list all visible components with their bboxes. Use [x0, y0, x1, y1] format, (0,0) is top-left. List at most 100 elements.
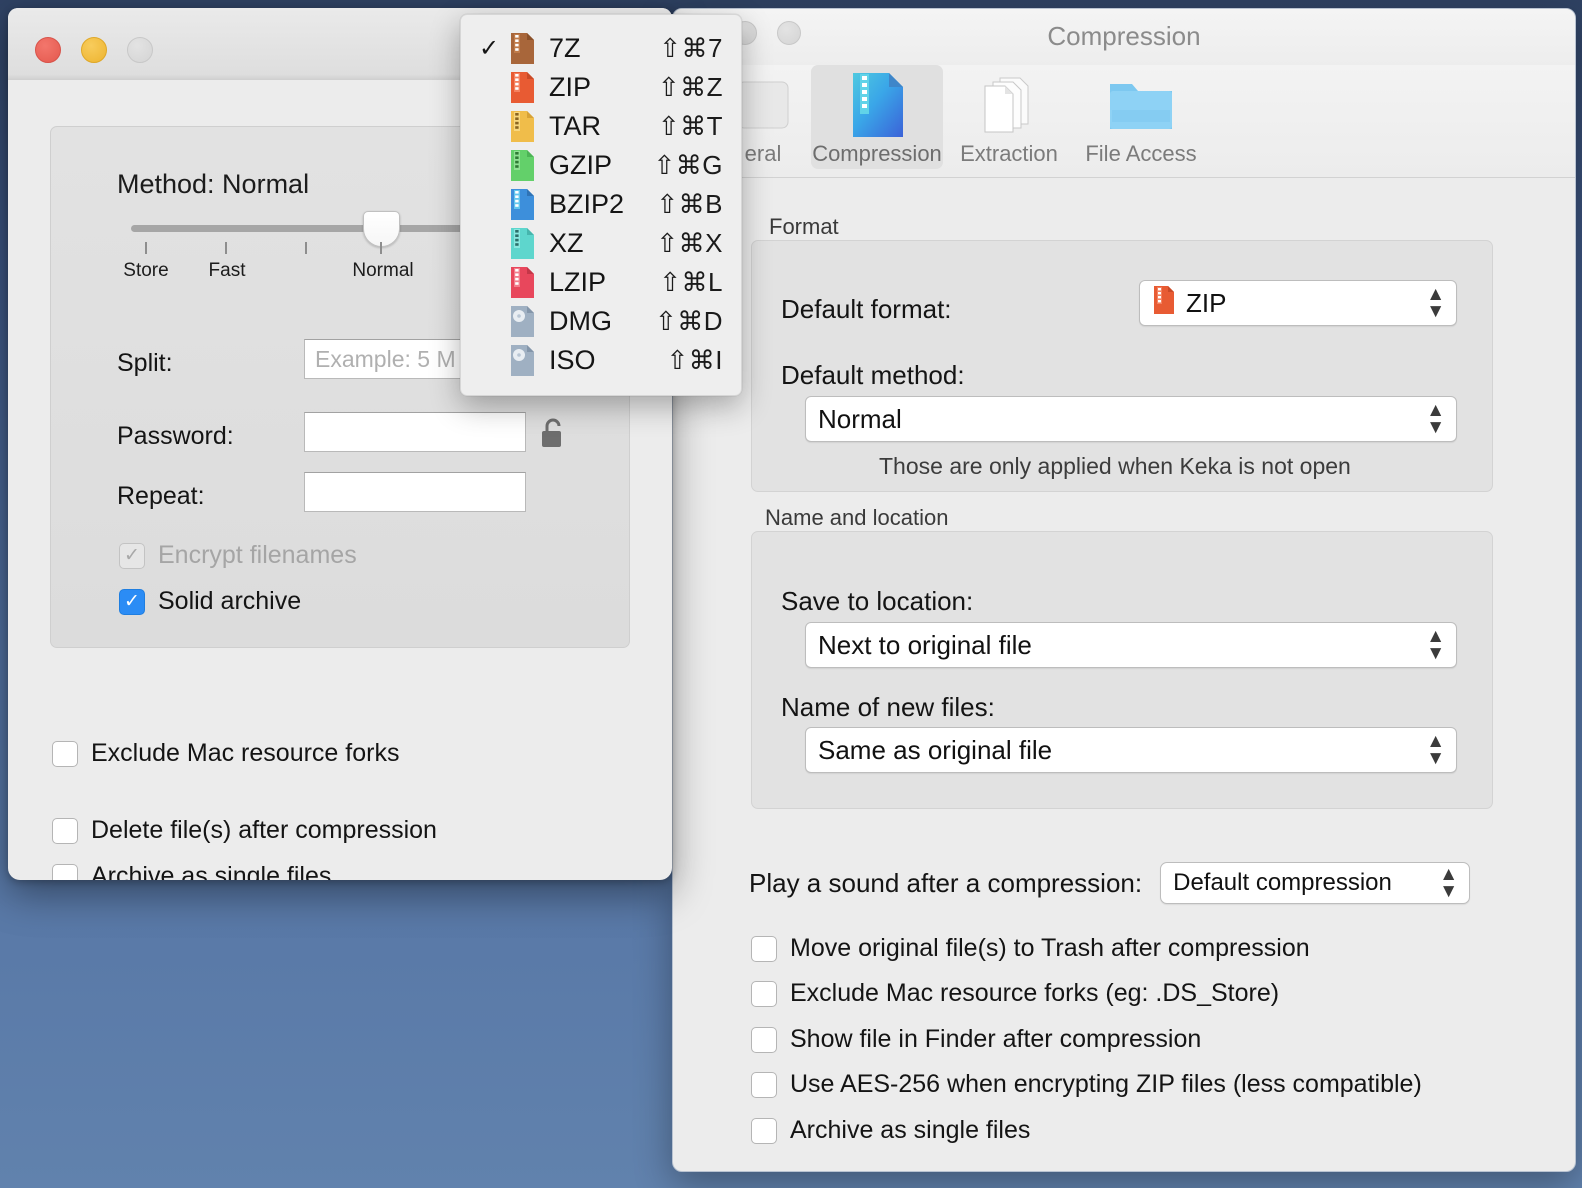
- window-controls-left[interactable]: [35, 37, 153, 63]
- menu-item-label: LZIP: [549, 267, 607, 297]
- name-location-section-title: Name and location: [765, 505, 949, 530]
- tab-general-label: eral: [744, 141, 782, 166]
- archive-file-icon: [509, 110, 543, 143]
- default-method-value: Normal: [818, 403, 902, 434]
- menu-item-shortcut: ⇧⌘7: [659, 33, 723, 63]
- default-method-select[interactable]: Normal ▲ ▼: [805, 396, 1457, 442]
- default-format-label: Default format:: [781, 294, 952, 324]
- tab-file-access-label: File Access: [1085, 141, 1197, 166]
- minimize-button[interactable]: [81, 37, 107, 63]
- tab-extraction-label: Extraction: [960, 141, 1058, 166]
- zip-file-icon: [1152, 285, 1176, 322]
- preferences-toolbar: eral Compression Extraction File Access: [673, 65, 1575, 178]
- checkbox-label: Move original file(s) to Trash after com…: [790, 934, 1310, 962]
- password-input[interactable]: [304, 412, 526, 452]
- checkbox-label: Delete file(s) after compression: [91, 816, 437, 844]
- repeat-row: Repeat:: [117, 482, 205, 511]
- checkbox-box[interactable]: ✓: [119, 542, 145, 569]
- menu-item-iso[interactable]: ISO ⇧⌘I: [461, 341, 741, 380]
- checkbox-delete-after-compression[interactable]: ✓ Delete file(s) after compression: [52, 816, 437, 845]
- format-section-title: Format: [769, 214, 839, 239]
- archive-file-icon: [509, 188, 543, 221]
- repeat-input[interactable]: [304, 472, 526, 512]
- unlocked-padlock-icon[interactable]: [539, 416, 567, 448]
- archive-file-icon: [509, 227, 543, 260]
- sound-select[interactable]: Default compression ▲ ▼: [1160, 862, 1471, 904]
- checkbox-label: Exclude Mac resource forks (eg: .DS_Stor…: [790, 979, 1280, 1007]
- repeat-label: Repeat:: [117, 482, 205, 510]
- method-title: Method: Normal: [117, 169, 310, 199]
- checkbox-box[interactable]: ✓: [751, 1026, 777, 1053]
- menu-item-shortcut: ⇧⌘Z: [657, 72, 723, 102]
- menu-item-dmg[interactable]: DMG ⇧⌘D: [461, 302, 741, 341]
- name-new-files-label: Name of new files:: [781, 692, 995, 722]
- slider-label-fast: Fast: [208, 260, 246, 281]
- checkbox-exclude-forks[interactable]: ✓ Exclude Mac resource forks (eg: .DS_St…: [751, 979, 1279, 1008]
- checkbox-box[interactable]: ✓: [52, 817, 78, 844]
- checkbox-move-to-trash[interactable]: ✓ Move original file(s) to Trash after c…: [751, 934, 1310, 963]
- checkbox-aes-256[interactable]: ✓ Use AES-256 when encrypting ZIP files …: [751, 1070, 1422, 1099]
- menu-item-shortcut: ⇧⌘G: [653, 150, 723, 180]
- menu-item-gzip[interactable]: GZIP ⇧⌘G: [461, 146, 741, 185]
- checkbox-label: Archive as single files: [91, 862, 332, 880]
- folder-icon: [1106, 73, 1176, 137]
- stepper-icon[interactable]: ▲ ▼: [1439, 865, 1458, 900]
- checkbox-label: Show file in Finder after compression: [790, 1025, 1202, 1053]
- tab-file-access[interactable]: File Access: [1075, 65, 1207, 169]
- menu-item-tar[interactable]: TAR ⇧⌘T: [461, 107, 741, 146]
- checkbox-box[interactable]: ✓: [52, 863, 78, 880]
- save-location-select[interactable]: Next to original file ▲ ▼: [805, 622, 1457, 668]
- checkbox-box[interactable]: ✓: [119, 588, 145, 615]
- tab-extraction[interactable]: Extraction: [943, 65, 1075, 169]
- menu-item-label: DMG: [549, 306, 612, 336]
- tab-compression[interactable]: Compression: [811, 65, 943, 169]
- menu-item-shortcut: ⇧⌘I: [666, 345, 723, 375]
- save-location-label: Save to location:: [781, 586, 974, 616]
- stepper-icon[interactable]: ▲ ▼: [1426, 627, 1445, 662]
- stepper-icon[interactable]: ▲ ▼: [1426, 285, 1445, 320]
- format-dropdown-menu[interactable]: ✓ 7Z ⇧⌘7 ZIP ⇧⌘Z TAR ⇧⌘T GZIP ⇧⌘G BZIP2 …: [460, 14, 742, 396]
- split-label: Split:: [117, 349, 173, 377]
- menu-item-shortcut: ⇧⌘L: [659, 267, 723, 297]
- menu-item-xz[interactable]: XZ ⇧⌘X: [461, 224, 741, 263]
- zoom-button[interactable]: [127, 37, 153, 63]
- close-button[interactable]: [35, 37, 61, 63]
- menu-item-lzip[interactable]: LZIP ⇧⌘L: [461, 263, 741, 302]
- checkbox-box[interactable]: ✓: [751, 1071, 777, 1098]
- checkbox-box[interactable]: ✓: [751, 935, 777, 962]
- compression-file-icon: [847, 73, 907, 137]
- desktop-background: Compression eral Compression Extraction …: [0, 0, 1582, 1188]
- checkmark-icon: ✓: [479, 34, 500, 62]
- menu-item-bzip2[interactable]: BZIP2 ⇧⌘B: [461, 185, 741, 224]
- checkbox-encrypt-filenames[interactable]: ✓ Encrypt filenames: [119, 541, 357, 570]
- checkbox-show-in-finder[interactable]: ✓ Show file in Finder after compression: [751, 1025, 1201, 1054]
- checkbox-exclude-mac-forks[interactable]: ✓ Exclude Mac resource forks: [52, 739, 399, 768]
- tab-compression-label: Compression: [812, 141, 942, 166]
- menu-item-label: TAR: [549, 111, 601, 141]
- default-format-value: ZIP: [1186, 287, 1227, 318]
- archive-file-icon: [509, 266, 543, 299]
- checkbox-box[interactable]: ✓: [751, 980, 777, 1007]
- disk-image-icon: [509, 344, 543, 377]
- preferences-titlebar: Compression: [673, 9, 1575, 65]
- checkbox-archive-single-files[interactable]: ✓ Archive as single files: [751, 1116, 1030, 1145]
- checkbox-solid-archive[interactable]: ✓ Solid archive: [119, 587, 301, 616]
- default-format-select[interactable]: ZIP ▲ ▼: [1139, 280, 1457, 326]
- stepper-icon[interactable]: ▲ ▼: [1426, 732, 1445, 767]
- checkbox-box[interactable]: ✓: [751, 1117, 777, 1144]
- disk-image-icon: [509, 305, 543, 338]
- menu-item-label: ISO: [549, 345, 596, 375]
- password-label: Password:: [117, 422, 234, 450]
- extraction-pages-icon: [976, 73, 1042, 137]
- menu-item-7z[interactable]: ✓ 7Z ⇧⌘7: [461, 29, 741, 68]
- menu-item-zip[interactable]: ZIP ⇧⌘Z: [461, 68, 741, 107]
- name-new-files-select[interactable]: Same as original file ▲ ▼: [805, 727, 1457, 773]
- save-location-value: Next to original file: [818, 629, 1032, 660]
- default-method-label: Default method:: [781, 360, 965, 390]
- checkbox-box[interactable]: ✓: [52, 740, 78, 767]
- archive-file-icon: [509, 71, 543, 104]
- menu-item-label: GZIP: [549, 150, 613, 180]
- window-title: Compression: [1047, 21, 1201, 51]
- stepper-icon[interactable]: ▲ ▼: [1426, 401, 1445, 436]
- checkbox-archive-single-files-left[interactable]: ✓ Archive as single files: [52, 862, 331, 880]
